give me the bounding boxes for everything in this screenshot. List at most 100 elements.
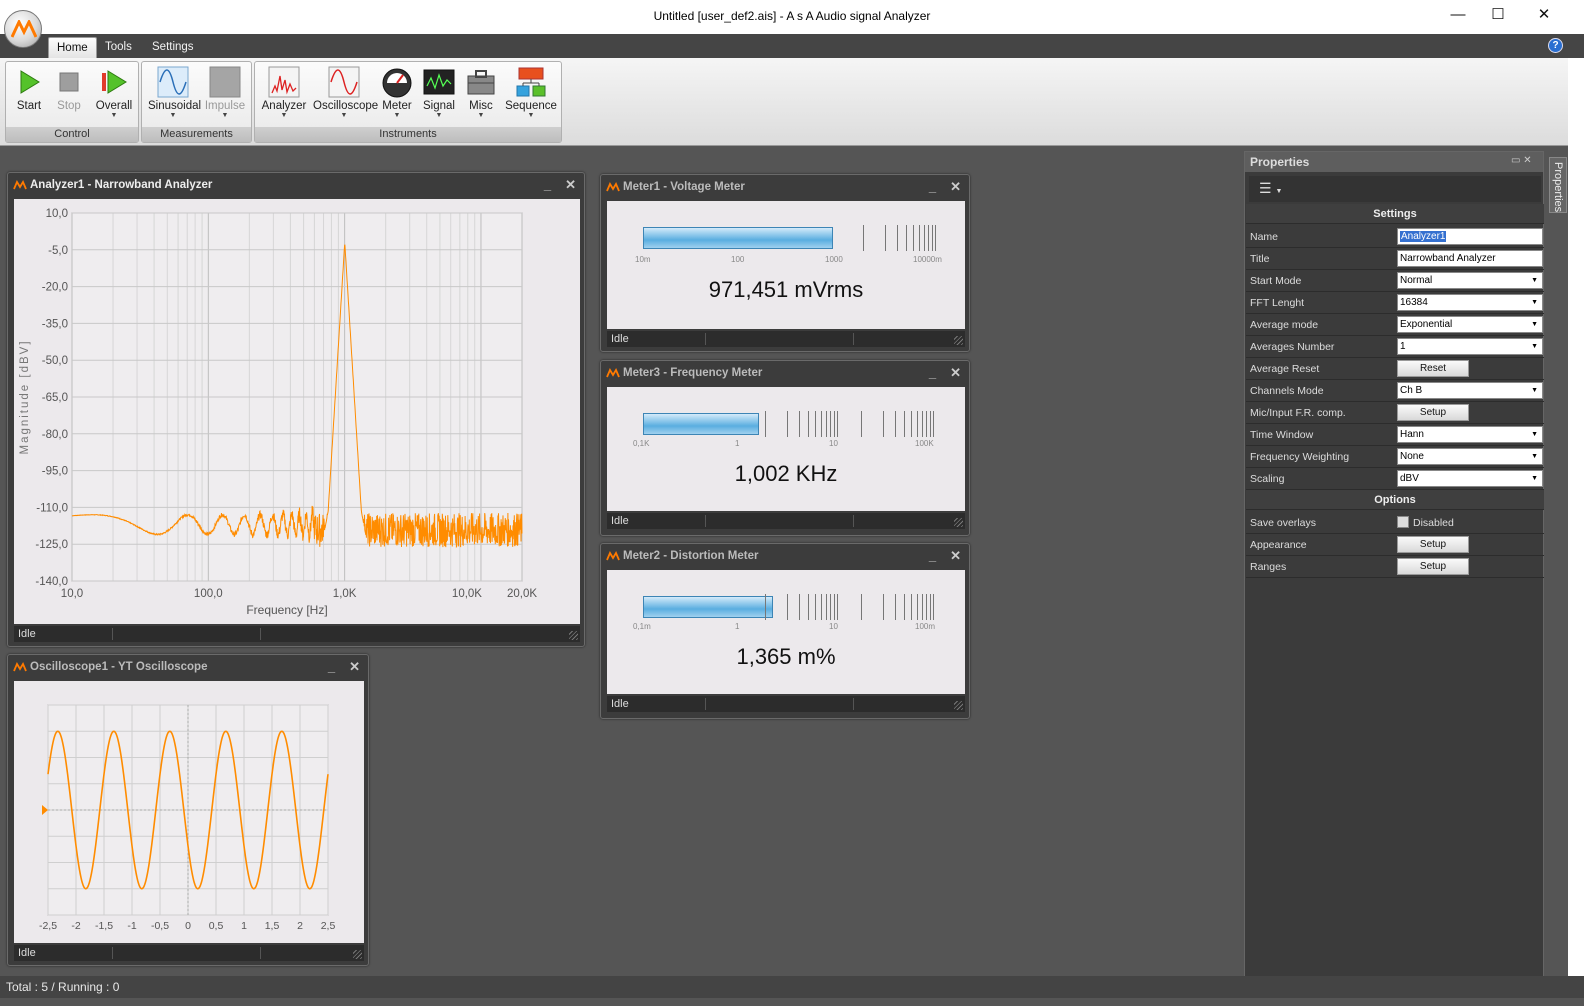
meter-scale-tick (861, 411, 862, 437)
meter-scale-tick (911, 411, 912, 437)
overall-button[interactable]: Overall ▼ (94, 64, 134, 126)
meter-tick-label: 0,1K (633, 439, 650, 448)
minimize-button[interactable]: — (1436, 0, 1480, 32)
tab-tools[interactable]: Tools (97, 37, 140, 58)
resize-grip-icon[interactable] (954, 336, 963, 345)
sinusoidal-button[interactable]: Sinusoidal ▼ (148, 64, 201, 126)
meter-display: 10m 100 1000 10000m 971,451 mVrms (607, 201, 965, 329)
meter-scale-tick (883, 411, 884, 437)
chevron-down-icon[interactable]: ▼ (1531, 449, 1538, 464)
y-tick-label: -50,0 (42, 355, 68, 367)
close-panel-icon[interactable]: ✕ (950, 365, 961, 380)
chevron-down-icon[interactable]: ▼ (1531, 339, 1538, 354)
meter-panel-header[interactable]: Meter2 - Distortion Meter _ ✕ (601, 544, 969, 568)
close-panel-icon[interactable]: ✕ (349, 659, 360, 674)
close-panel-icon[interactable]: ✕ (1523, 155, 1531, 166)
categorized-view-icon[interactable]: ☰ ▼ (1259, 180, 1282, 197)
property-name: Average mode (1250, 319, 1319, 331)
property-input[interactable]: Narrowband Analyzer (1397, 250, 1543, 267)
meter-panel-header[interactable]: Meter3 - Frequency Meter _ ✕ (601, 361, 969, 385)
asa-logo-icon (606, 551, 620, 561)
meter-scale-tick (933, 594, 934, 620)
trigger-marker-icon[interactable] (42, 805, 48, 815)
tab-settings[interactable]: Settings (144, 37, 202, 58)
chevron-down-icon[interactable]: ▼ (1531, 427, 1538, 442)
chevron-down-icon[interactable]: ▼ (1531, 295, 1538, 310)
minimize-panel-icon[interactable]: _ (929, 365, 936, 380)
resize-grip-icon[interactable] (954, 518, 963, 527)
properties-side-tab[interactable]: Properties (1549, 157, 1567, 213)
voltage-meter-panel[interactable]: Meter1 - Voltage Meter _ ✕ 10m 100 1000 1… (600, 174, 970, 352)
analyzer-panel[interactable]: Analyzer1 - Narrowband Analyzer _ ✕ 10,0-… (7, 172, 585, 647)
app-logo-icon[interactable] (4, 10, 42, 48)
property-checkbox[interactable]: Disabled (1397, 516, 1454, 529)
property-select[interactable]: Exponential ▼ (1397, 316, 1543, 333)
oscilloscope-plot-area[interactable]: -2,5 -2 -1,5 -1 -0,5 0 0,5 1 1,5 2 2,5 (14, 681, 364, 943)
resize-grip-icon[interactable] (569, 631, 578, 640)
meter-tick-label: 10m (635, 255, 651, 264)
meter-button[interactable]: Meter ▼ (379, 64, 415, 126)
chevron-down-icon[interactable]: ▼ (1531, 273, 1538, 288)
status-bar: Total : 5 / Running : 0 (0, 976, 1584, 998)
property-select[interactable]: Ch B ▼ (1397, 382, 1543, 399)
property-select[interactable]: 1 ▼ (1397, 338, 1543, 355)
tab-home[interactable]: Home (48, 37, 97, 58)
help-icon[interactable]: ? (1548, 38, 1563, 53)
property-select[interactable]: 16384 ▼ (1397, 294, 1543, 311)
impulse-button[interactable]: Impulse ▼ (204, 64, 246, 126)
minimize-panel-icon[interactable]: _ (929, 179, 936, 194)
checkbox-icon[interactable] (1397, 516, 1409, 528)
property-button[interactable]: Reset (1397, 360, 1469, 377)
chevron-down-icon[interactable]: ▼ (1531, 383, 1538, 398)
signal-button[interactable]: Signal ▼ (421, 64, 457, 126)
settings-section-header: Settings (1246, 204, 1544, 224)
chevron-down-icon[interactable]: ▼ (1531, 317, 1538, 332)
minimize-panel-icon[interactable]: _ (328, 659, 335, 674)
property-select[interactable]: Normal ▼ (1397, 272, 1543, 289)
resize-grip-icon[interactable] (954, 701, 963, 710)
start-button[interactable]: Start (12, 64, 46, 126)
distortion-meter-panel[interactable]: Meter2 - Distortion Meter _ ✕ 0,1m 1 10 1… (600, 543, 970, 719)
stop-button[interactable]: Stop (52, 64, 86, 126)
analyzer-button[interactable]: Analyzer ▼ (261, 64, 307, 126)
oscilloscope-button[interactable]: Oscilloscope ▼ (313, 64, 378, 126)
property-select[interactable]: dBV ▼ (1397, 470, 1543, 487)
misc-button[interactable]: Misc ▼ (463, 64, 499, 126)
meter-scale-tick (922, 594, 923, 620)
resize-grip-icon[interactable] (353, 950, 362, 959)
chevron-down-icon[interactable]: ▼ (1531, 471, 1538, 486)
analyzer-plot-area[interactable]: 10,0 -5,0 -20,0 -35,0 -50,0 -65,0 -80,0 -95,0 -1… (14, 199, 580, 624)
minimize-panel-icon[interactable]: _ (544, 177, 551, 192)
property-button[interactable]: Setup (1397, 536, 1469, 553)
property-input[interactable]: Analyzer1 (1397, 228, 1543, 245)
close-panel-icon[interactable]: ✕ (565, 177, 576, 192)
oscilloscope-panel-header[interactable]: Oscilloscope1 - YT Oscilloscope _ ✕ (8, 655, 368, 679)
overall-play-icon (98, 66, 130, 98)
property-select[interactable]: Hann ▼ (1397, 426, 1543, 443)
close-panel-icon[interactable]: ✕ (950, 179, 961, 194)
close-button[interactable]: ✕ (1522, 0, 1566, 32)
frequency-meter-panel[interactable]: Meter3 - Frequency Meter _ ✕ 0,1K 1 10 10… (600, 360, 970, 536)
meter-panel-header[interactable]: Meter1 - Voltage Meter _ ✕ (601, 175, 969, 199)
meter-scale-tick (863, 225, 864, 251)
meter-value: 1,002 KHz (734, 461, 838, 486)
meter-tick-label: 10 (829, 439, 838, 448)
property-name: Averages Number (1250, 341, 1335, 353)
maximize-button[interactable]: ☐ (1476, 0, 1520, 32)
property-select[interactable]: None ▼ (1397, 448, 1543, 465)
oscilloscope-panel[interactable]: Oscilloscope1 - YT Oscilloscope _ ✕ -2,5-… (7, 654, 369, 966)
minimize-panel-icon[interactable]: _ (929, 548, 936, 563)
x-tick-label: 1 (241, 920, 247, 932)
property-name: Average Reset (1250, 363, 1320, 375)
meter-scale-tick (922, 411, 923, 437)
meter-value: 971,451 mVrms (708, 277, 864, 302)
close-panel-icon[interactable]: ✕ (950, 548, 961, 563)
pin-icon[interactable]: ▭ (1511, 155, 1520, 166)
sequence-button[interactable]: Sequence ▼ (505, 64, 557, 126)
property-name: Ranges (1250, 561, 1287, 573)
property-button[interactable]: Setup (1397, 558, 1469, 575)
analyzer-panel-header[interactable]: Analyzer1 - Narrowband Analyzer _ ✕ (8, 173, 584, 197)
x-tick-label: -2,5 (39, 920, 57, 932)
property-button[interactable]: Setup (1397, 404, 1469, 421)
x-tick-label: 1,0K (333, 588, 357, 600)
